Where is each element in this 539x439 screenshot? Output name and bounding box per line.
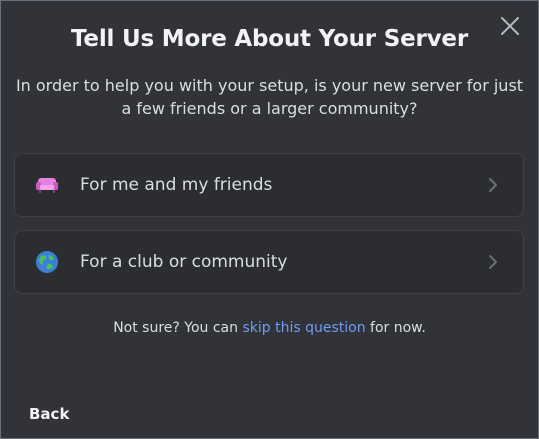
- back-button[interactable]: Back: [29, 405, 69, 423]
- skip-question-link[interactable]: skip this question: [242, 320, 365, 336]
- option-community-label: For a club or community: [80, 252, 288, 272]
- skip-note-suffix: for now.: [365, 320, 426, 336]
- skip-note: Not sure? You can skip this question for…: [1, 320, 538, 336]
- modal-title: Tell Us More About Your Server: [71, 26, 468, 52]
- chevron-right-icon: [487, 176, 499, 194]
- globe-icon: [35, 250, 59, 274]
- skip-note-prefix: Not sure? You can: [113, 320, 243, 336]
- option-friends-label: For me and my friends: [80, 175, 273, 195]
- option-friends[interactable]: For me and my friends: [14, 153, 524, 217]
- server-purpose-modal: Tell Us More About Your Server In order …: [0, 0, 539, 439]
- modal-subtitle: In order to help you with your setup, is…: [15, 76, 524, 118]
- chevron-right-icon: [487, 253, 499, 271]
- couch-icon: [35, 173, 59, 197]
- option-community[interactable]: For a club or community: [14, 230, 524, 294]
